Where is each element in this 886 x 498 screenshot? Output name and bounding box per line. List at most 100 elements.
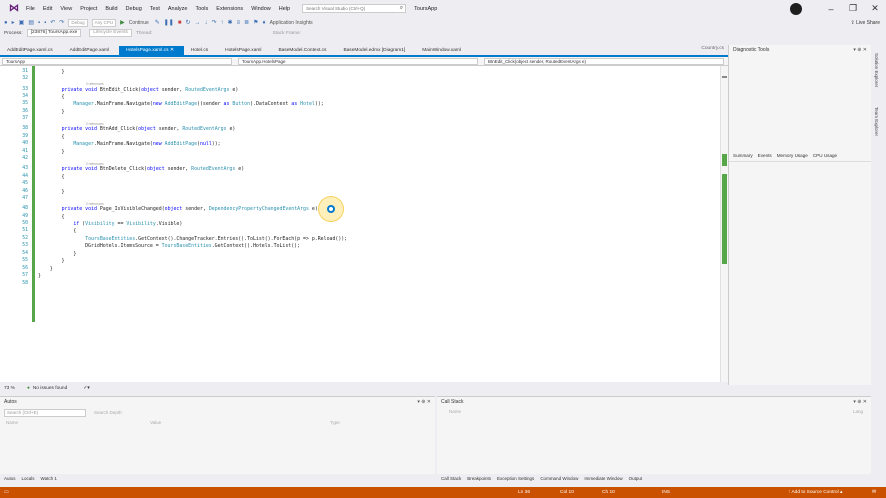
tab-country-cs[interactable]: Country.cs	[701, 46, 724, 51]
step-into-icon[interactable]: ↓	[205, 20, 208, 26]
code-line[interactable]: private void BtnEdit_Click(object sender…	[38, 87, 239, 93]
tab-addeditpage-cs[interactable]: AddEditPage.xaml.cs	[0, 46, 63, 55]
menu-view[interactable]: View	[56, 6, 76, 12]
column-header-name[interactable]: Name	[6, 420, 18, 425]
code-line[interactable]: private void Page_IsVisibleChanged(objec…	[38, 206, 318, 212]
zoom-level[interactable]: 73 %	[4, 386, 15, 391]
tab-immediate-window[interactable]: Immediate Window	[584, 476, 622, 484]
minimize-icon[interactable]: –	[820, 4, 842, 14]
code-line[interactable]: Manager.MainFrame.Navigate(new AddEditPa…	[38, 141, 220, 147]
tab-hotelspage-cs[interactable]: HotelsPage.xaml.cs ✕	[119, 46, 184, 55]
tab-events[interactable]: Events	[758, 153, 772, 158]
tab-summary[interactable]: Summary	[733, 153, 753, 158]
show-next-statement-icon[interactable]: →	[195, 20, 201, 26]
app-insights-icon[interactable]: ♦	[263, 20, 266, 26]
code-line[interactable]: }	[38, 273, 41, 279]
new-project-icon[interactable]: ▣	[19, 19, 25, 26]
open-icon[interactable]: ▤	[28, 19, 34, 26]
menu-analyze[interactable]: Analyze	[164, 6, 192, 12]
forward-icon[interactable]: ▸	[12, 19, 15, 26]
code-line[interactable]: if (Visibility == Visibility.Visible)	[38, 221, 182, 227]
code-line[interactable]: Manager.MainFrame.Navigate(new AddEditPa…	[38, 101, 323, 107]
add-source-control-button[interactable]: ↑ Add to Source Control ▴	[788, 490, 842, 495]
tab-exception-settings[interactable]: Exception Settings	[497, 476, 534, 484]
bookmark-icon[interactable]: ⚑	[253, 19, 258, 26]
live-share-button[interactable]: ⇪ Live Share	[851, 20, 881, 26]
tab-autos[interactable]: Autos	[4, 476, 16, 484]
undo-icon[interactable]: ↶	[50, 19, 55, 26]
code-line[interactable]: }	[38, 251, 76, 257]
tab-hotel-cs[interactable]: Hotel.cs	[184, 46, 218, 55]
project-dropdown[interactable]: ToursApp	[2, 58, 232, 65]
code-line[interactable]: }	[38, 189, 65, 195]
back-icon[interactable]: ●	[4, 20, 8, 26]
menu-file[interactable]: File	[22, 6, 39, 12]
tab-command-window[interactable]: Command Window	[540, 476, 578, 484]
platform-select[interactable]: Any CPU	[91, 18, 117, 27]
tab-mainwindow-xaml[interactable]: MainWindow.xaml	[415, 46, 471, 55]
pause-icon[interactable]: ❚❚	[164, 19, 174, 26]
close-tab-icon[interactable]: ✕	[170, 48, 174, 53]
save-all-icon[interactable]: ▪	[44, 20, 46, 26]
code-line[interactable]: DGridHotels.ItemsSource = ToursBaseEntit…	[38, 243, 300, 249]
code-line[interactable]: private void BtnDelete_Click(object send…	[38, 166, 245, 172]
restart-icon[interactable]: ↻	[185, 19, 190, 26]
tab-call-stack[interactable]: Call Stack	[441, 476, 461, 484]
tab-team-explorer[interactable]: Team Explorer	[874, 107, 879, 136]
menu-test[interactable]: Test	[146, 6, 164, 12]
stop-icon[interactable]: ■	[178, 20, 182, 26]
redo-icon[interactable]: ↷	[59, 19, 64, 26]
avatar[interactable]	[790, 2, 802, 15]
tab-memory-usage[interactable]: Memory Usage	[777, 153, 808, 158]
process-select[interactable]: [23876] ToursApp.exe	[26, 29, 82, 37]
lifecycle-select[interactable]: Lifecycle Events	[89, 29, 132, 37]
tab-basemodel-diagram[interactable]: BaseModel.edmx [Diagram1]	[336, 46, 415, 55]
step-out-icon[interactable]: ↑	[221, 20, 224, 26]
column-header-value[interactable]: Value	[150, 420, 161, 425]
config-select[interactable]: Debug	[68, 18, 88, 27]
column-header-type[interactable]: Type	[330, 420, 340, 425]
code-editor[interactable]: 31 32 33 34 35 36 37 38 39 40 41 42 43 44 45 46 47 48 49 50…	[0, 66, 720, 382]
class-dropdown[interactable]: ToursApp.HotelsPage	[238, 58, 478, 65]
tab-watch-1[interactable]: Watch 1	[41, 476, 57, 484]
menu-extensions[interactable]: Extensions	[212, 6, 247, 12]
panel-controls-icon[interactable]: ▾ ⊕ ✕	[417, 399, 431, 405]
code-line[interactable]: {	[38, 134, 65, 140]
maximize-icon[interactable]: ❐	[842, 3, 864, 14]
menu-project[interactable]: Project	[76, 6, 101, 12]
menu-tools[interactable]: Tools	[191, 6, 212, 12]
tab-addeditpage-xaml[interactable]: AddEditPage.xaml	[63, 46, 119, 55]
menu-build[interactable]: Build	[101, 6, 121, 12]
menu-debug[interactable]: Debug	[122, 6, 146, 12]
code-line[interactable]: }	[38, 258, 65, 264]
hot-reload-flame-icon[interactable]: ✱	[228, 19, 233, 26]
hot-reload-icon[interactable]: ✎	[155, 19, 160, 26]
tab-solution-explorer[interactable]: Solution Explorer	[874, 53, 879, 87]
code-line[interactable]: private void BtnAdd_Click(object sender,…	[38, 126, 236, 132]
code-line[interactable]: {	[38, 174, 65, 180]
code-line[interactable]: }	[38, 109, 65, 115]
menu-edit[interactable]: Edit	[39, 6, 56, 12]
tab-output[interactable]: Output	[629, 476, 643, 484]
panel-controls-icon[interactable]: ▾ ⊕ ✕	[853, 47, 867, 53]
autos-search-input[interactable]: Search (Ctrl+E)	[4, 409, 86, 417]
search-input[interactable]: Search Visual Studio (Ctrl+Q) ⌕	[302, 4, 407, 13]
code-line[interactable]: }	[38, 69, 65, 75]
menu-help[interactable]: Help	[275, 6, 294, 12]
tab-cpu-usage[interactable]: CPU Usage	[813, 153, 837, 158]
tab-basemodel-context[interactable]: BaseModel.Context.cs	[271, 46, 336, 55]
issues-status[interactable]: No issues found	[33, 386, 67, 391]
continue-button[interactable]: Continue	[129, 20, 149, 26]
close-icon[interactable]: ✕	[864, 3, 886, 14]
editor-scrollbar[interactable]	[720, 66, 728, 382]
menu-window[interactable]: Window	[247, 6, 275, 12]
code-line[interactable]: }	[38, 149, 65, 155]
column-header-name[interactable]: Name	[449, 409, 461, 414]
code-line[interactable]: {	[38, 228, 76, 234]
tab-hotelspage-xaml[interactable]: HotelsPage.xaml	[218, 46, 271, 55]
member-dropdown[interactable]: BtnEdit_Click(object sender, RoutedEvent…	[484, 58, 724, 65]
code-line[interactable]: ToursBaseEntities.GetContext().ChangeTra…	[38, 236, 347, 242]
save-icon[interactable]: ▪	[38, 20, 40, 26]
comment-icon[interactable]: ≡	[237, 20, 241, 26]
code-cleanup-icon[interactable]: ✓▾	[83, 386, 89, 391]
